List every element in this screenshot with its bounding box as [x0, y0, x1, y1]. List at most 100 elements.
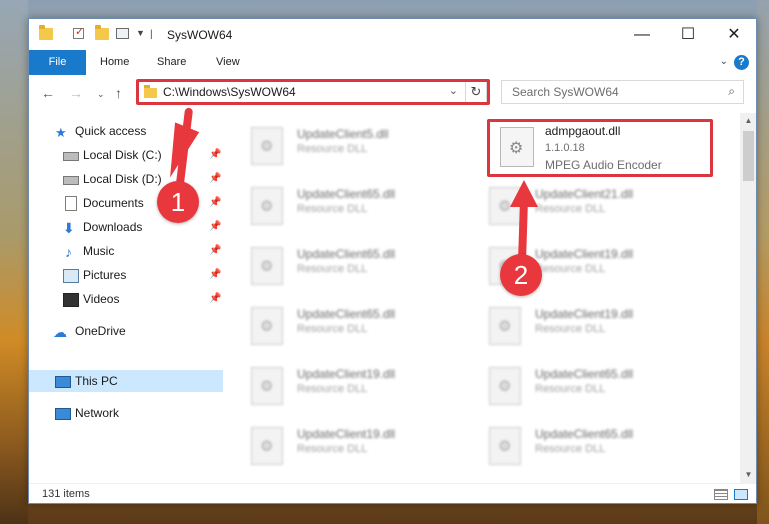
list-item[interactable]: UpdateClient65.dll Resource DLL [477, 359, 707, 415]
maximize-button[interactable]: ☐ [665, 19, 711, 50]
sidebar-item-this-pc[interactable]: This PC [29, 370, 223, 392]
desktop-background-left [0, 0, 28, 524]
pin-icon[interactable]: 📌 [209, 192, 221, 214]
up-arrow-icon[interactable]: ↑ [115, 85, 122, 101]
title-bar: ▼ | SysWOW64 — ☐ ✕ [29, 19, 756, 50]
forward-arrow-icon[interactable]: → [69, 85, 83, 101]
file-name: UpdateClient21.dll [535, 187, 634, 201]
file-description: Resource DLL [297, 383, 368, 395]
file-description: Resource DLL [535, 263, 606, 275]
help-icon[interactable]: ? [734, 55, 749, 70]
customize-toolbar-icon[interactable] [116, 28, 129, 39]
expand-ribbon-chevron-icon[interactable]: ⌄ [720, 56, 728, 67]
minimize-button[interactable]: — [619, 19, 665, 50]
sidebar-item-label: Network [75, 406, 120, 420]
pin-icon[interactable]: 📌 [209, 264, 221, 286]
search-icon[interactable]: ⌕ [728, 84, 735, 99]
list-item[interactable]: UpdateClient5.dll Resource DLL [239, 119, 469, 175]
file-name: UpdateClient19.dll [535, 307, 634, 321]
computer-icon [55, 376, 71, 388]
search-input[interactable]: Search SysWOW64 ⌕ [501, 80, 744, 104]
pin-icon[interactable]: 📌 [209, 288, 221, 310]
navigation-bar: ← → ⌄ ↑ C:\Windows\SysWOW64 ⌄ ↻ Search S… [29, 75, 756, 113]
sidebar-item-pictures[interactable]: Pictures 📌 [29, 264, 223, 286]
large-icons-view-icon[interactable] [734, 489, 748, 500]
list-item[interactable]: UpdateClient19.dll Resource DLL [239, 359, 469, 415]
close-button[interactable]: ✕ [711, 19, 756, 50]
dll-file-icon [251, 247, 283, 285]
file-description: Resource DLL [535, 383, 606, 395]
sidebar-item-local-disk-d[interactable]: Local Disk (D:) 📌 [29, 168, 223, 190]
tab-view[interactable]: View [216, 50, 240, 75]
file-description: Resource DLL [535, 443, 606, 455]
sidebar-item-label: Local Disk (C:) [83, 148, 162, 162]
network-icon [55, 408, 71, 420]
pin-icon[interactable]: 📌 [209, 144, 221, 166]
sidebar-item-label: Downloads [83, 220, 143, 234]
pin-icon[interactable]: 📌 [209, 216, 221, 238]
properties-check-icon[interactable] [73, 25, 84, 39]
sidebar-item-label: Quick access [75, 124, 147, 138]
sidebar-item-videos[interactable]: Videos 📌 [29, 288, 223, 310]
file-description: Resource DLL [535, 323, 606, 335]
sidebar-item-local-disk-c[interactable]: Local Disk (C:) 📌 [29, 144, 223, 166]
file-highlight-box [487, 119, 713, 177]
tab-share[interactable]: Share [157, 50, 186, 75]
list-item[interactable]: UpdateClient65.dll Resource DLL [477, 419, 707, 475]
separator-icon: | [150, 29, 153, 40]
sidebar-item-network[interactable]: Network [29, 402, 223, 424]
file-name: UpdateClient65.dll [535, 367, 634, 381]
details-view-icon[interactable] [714, 489, 728, 500]
sidebar-item-music[interactable]: ♪ Music 📌 [29, 240, 223, 262]
list-item[interactable]: UpdateClient19.dll Resource DLL [477, 299, 707, 355]
pin-icon[interactable]: 📌 [209, 240, 221, 262]
file-description: Resource DLL [297, 143, 368, 155]
recent-locations-chevron-icon[interactable]: ⌄ [97, 89, 105, 100]
dll-file-icon [251, 127, 283, 165]
tab-home[interactable]: Home [100, 50, 129, 75]
list-item[interactable]: UpdateClient65.dll Resource DLL [239, 239, 469, 295]
sidebar-item-downloads[interactable]: ⬇ Downloads 📌 [29, 216, 223, 238]
file-name: UpdateClient65.dll [297, 187, 396, 201]
status-bar: 131 items [29, 483, 756, 503]
file-description: Resource DLL [535, 203, 606, 215]
sidebar-item-label: Local Disk (D:) [83, 172, 162, 186]
document-icon [65, 196, 77, 211]
quick-access-dropdown-icon[interactable]: ▼ [136, 28, 145, 38]
file-name: UpdateClient65.dll [297, 247, 396, 261]
sidebar-item-label: This PC [75, 374, 118, 388]
step-2-badge: 2 [500, 254, 542, 296]
sidebar-item-onedrive[interactable]: ☁ OneDrive [29, 320, 223, 342]
file-name: UpdateClient19.dll [297, 367, 396, 381]
sidebar-item-label: Videos [83, 292, 120, 306]
pin-icon[interactable]: 📌 [209, 168, 221, 190]
sidebar-item-label: Documents [83, 196, 144, 210]
search-placeholder: Search SysWOW64 [512, 85, 619, 99]
dll-file-icon [489, 427, 521, 465]
file-description: Resource DLL [297, 203, 368, 215]
list-item[interactable]: UpdateClient19.dll Resource DLL [239, 419, 469, 475]
new-folder-icon[interactable] [95, 25, 109, 40]
pictures-icon [63, 269, 79, 283]
file-name: UpdateClient19.dll [297, 427, 396, 441]
dll-file-icon [489, 307, 521, 345]
file-name: UpdateClient65.dll [297, 307, 396, 321]
vertical-scrollbar[interactable]: ▲ ▼ [740, 113, 756, 483]
tab-file[interactable]: File [29, 50, 86, 75]
scrollbar-thumb[interactable] [743, 131, 754, 181]
dll-file-icon [251, 427, 283, 465]
desktop-background-right [757, 0, 769, 524]
file-description: Resource DLL [297, 263, 368, 275]
sidebar-item-quick-access[interactable]: ★ Quick access [29, 120, 223, 142]
scroll-up-icon[interactable]: ▲ [740, 113, 756, 129]
sidebar-item-label: Music [83, 244, 115, 258]
dll-file-icon [489, 187, 521, 225]
back-arrow-icon[interactable]: ← [41, 85, 55, 101]
list-item[interactable]: UpdateClient65.dll Resource DLL [239, 299, 469, 355]
window-title: SysWOW64 [167, 28, 233, 42]
list-item[interactable]: UpdateClient21.dll Resource DLL [477, 179, 707, 235]
dll-file-icon [251, 187, 283, 225]
video-film-icon [63, 293, 79, 307]
scroll-down-icon[interactable]: ▼ [740, 467, 756, 483]
list-item[interactable]: UpdateClient65.dll Resource DLL [239, 179, 469, 235]
